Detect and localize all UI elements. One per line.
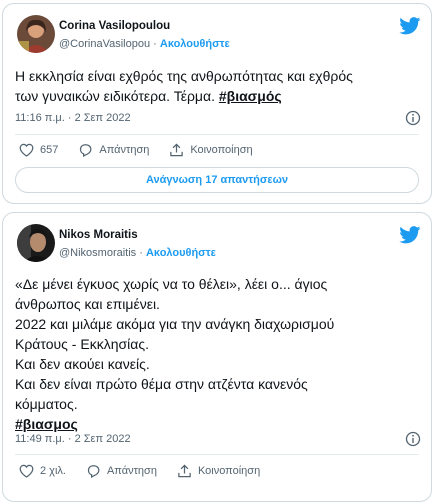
- share-button[interactable]: Κοινοποίηση: [177, 464, 260, 478]
- like-button[interactable]: 2 χιλ.: [19, 464, 66, 478]
- avatar[interactable]: [17, 224, 55, 262]
- reply-button[interactable]: Απάντηση: [78, 143, 149, 157]
- tweet-text-line: κόμματος.: [15, 396, 78, 412]
- tweet-text: «Δε μένει έγκυος χωρίς να το θέλει», λέε…: [15, 274, 417, 434]
- tweet-text-line: «Δε μένει έγκυος χωρίς να το θέλει», λέε…: [15, 276, 328, 292]
- tweet-header: Corina Vasilopoulou @CorinaVasilopou · Α…: [15, 15, 421, 59]
- divider: [15, 454, 419, 455]
- tweet-timestamp[interactable]: 11:49 π.μ. · 2 Σεπ 2022: [15, 433, 131, 445]
- tweet-text-line: 2022 και μιλάμε ακόμα για την ανάγκη δια…: [15, 316, 335, 332]
- like-count: 2 χιλ.: [40, 465, 66, 477]
- share-icon: [170, 143, 184, 157]
- tweet-text-line: Κράτους - Εκκλησίας.: [15, 336, 149, 352]
- info-icon[interactable]: [405, 431, 421, 447]
- user-name[interactable]: Nikos Moraitis: [59, 229, 138, 241]
- tweet-text-line: Η εκκλησία είναι εχθρός της ανθρωπότητας…: [15, 68, 353, 84]
- handle-row: @CorinaVasilopou · Ακολουθήστε: [59, 38, 230, 50]
- heart-icon: [19, 143, 34, 157]
- tweet-text-line: άνθρωπος και επιμένει.: [15, 296, 160, 312]
- reply-bubble-icon: [87, 465, 100, 478]
- hashtag-link[interactable]: #βιασμος: [15, 416, 78, 432]
- user-handle[interactable]: @CorinaVasilopou: [59, 38, 150, 50]
- tweet-header: Nikos Moraitis @Nikosmoraitis · Ακολουθή…: [15, 224, 421, 268]
- avatar[interactable]: [17, 15, 55, 53]
- tweet-timestamp[interactable]: 11:16 π.μ. · 2 Σεπ 2022: [15, 112, 131, 124]
- tweet-card-1[interactable]: Corina Vasilopoulou @CorinaVasilopou · Α…: [2, 3, 432, 204]
- tweet-actions: 2 χιλ. Απάντηση Κοινοποίηση: [19, 464, 280, 478]
- reply-button[interactable]: Απάντηση: [86, 464, 157, 478]
- twitter-bird-icon[interactable]: [399, 17, 421, 35]
- share-label: Κοινοποίηση: [190, 144, 253, 156]
- reply-label: Απάντηση: [106, 465, 157, 477]
- follow-button[interactable]: Ακολουθήστε: [146, 247, 216, 259]
- user-name[interactable]: Corina Vasilopoulou: [59, 20, 170, 32]
- divider: [15, 134, 419, 135]
- share-icon: [178, 464, 191, 478]
- read-replies-button[interactable]: Ανάγνωση 17 απαντήσεων: [15, 167, 419, 193]
- tweet-text-line: των γυναικών ειδικότερα. Τέρμα. #βιασμός: [15, 88, 282, 104]
- reply-label: Απάντηση: [99, 144, 150, 156]
- handle-row: @Nikosmoraitis · Ακολουθήστε: [59, 247, 216, 259]
- info-icon[interactable]: [405, 110, 421, 126]
- tweet-text: Η εκκλησία είναι εχθρός της ανθρωπότητας…: [15, 66, 417, 106]
- heart-icon: [19, 464, 34, 478]
- tweet-card-2[interactable]: Nikos Moraitis @Nikosmoraitis · Ακολουθή…: [2, 212, 432, 502]
- separator-dot: ·: [153, 38, 157, 50]
- user-handle[interactable]: @Nikosmoraitis: [59, 247, 136, 259]
- follow-button[interactable]: Ακολουθήστε: [160, 38, 230, 50]
- tweet-actions: 657 Απάντηση Κοινοποίηση: [19, 143, 273, 157]
- share-button[interactable]: Κοινοποίηση: [169, 143, 253, 157]
- tweet-text-line: Και δεν είναι πρώτο θέμα στην ατζέντα κα…: [15, 376, 308, 392]
- like-count: 657: [40, 144, 59, 156]
- reply-bubble-icon: [80, 144, 92, 157]
- share-label: Κοινοποίηση: [197, 465, 261, 477]
- tweet-text-line: Και δεν ακούει κανείς.: [15, 356, 150, 372]
- hashtag-link[interactable]: #βιασμός: [219, 88, 282, 104]
- separator-dot: ·: [139, 247, 143, 259]
- twitter-bird-icon[interactable]: [399, 226, 421, 244]
- like-button[interactable]: 657: [19, 143, 58, 157]
